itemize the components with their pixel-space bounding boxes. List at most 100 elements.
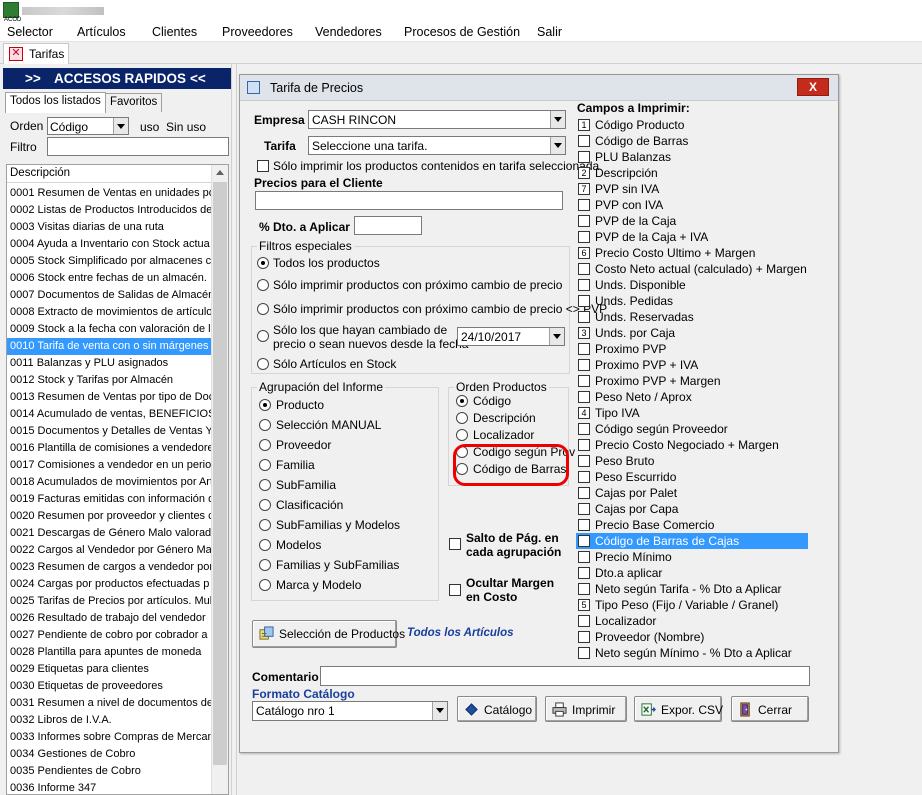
agrupacion-radio[interactable] (259, 559, 271, 571)
list-item[interactable]: 0021 Descargas de Género Malo valorad (7, 525, 212, 542)
filtro-input[interactable] (47, 137, 229, 156)
campo-item[interactable]: PVP de la Caja (576, 213, 808, 229)
chevron-down-icon[interactable] (113, 118, 128, 134)
campo-checkbox[interactable] (578, 231, 590, 243)
close-button[interactable]: X (797, 78, 829, 96)
list-item[interactable]: 0019 Facturas emitidas con información d (7, 491, 212, 508)
expand-button[interactable]: >> (25, 71, 41, 86)
orden-radio[interactable] (456, 395, 468, 407)
campo-checkbox[interactable]: 7 (578, 183, 590, 195)
list-item[interactable]: 0035 Pendientes de Cobro (7, 763, 212, 780)
orden-select[interactable]: Código (47, 117, 129, 135)
tab-tarifas[interactable]: ✕ Tarifas (3, 43, 69, 64)
catalogo-button[interactable]: Catálogo (457, 696, 537, 722)
agrupacion-radio[interactable] (259, 539, 271, 551)
precios-cliente-input[interactable] (255, 191, 563, 210)
imprimir-button[interactable]: Imprimir (545, 696, 627, 722)
campo-item[interactable]: Proximo PVP (576, 341, 808, 357)
campo-checkbox[interactable] (578, 647, 590, 659)
list-item[interactable]: 0001 Resumen de Ventas en unidades po (7, 185, 212, 202)
campo-checkbox[interactable] (578, 375, 590, 387)
campo-checkbox[interactable]: 1 (578, 119, 590, 131)
list-item[interactable]: 0026 Resultado de trabajo del vendedor (7, 610, 212, 627)
campo-checkbox[interactable]: 6 (578, 247, 590, 259)
list-item[interactable]: 0004 Ayuda a Inventario con Stock actua (7, 236, 212, 253)
campo-checkbox[interactable] (578, 199, 590, 211)
export-csv-button[interactable]: Expor. CSV (634, 696, 723, 722)
campo-checkbox[interactable] (578, 503, 590, 515)
list-item[interactable]: 0018 Acumulados de movimientos por Art (7, 474, 212, 491)
agrupacion-radio[interactable] (259, 579, 271, 591)
campo-checkbox[interactable] (578, 471, 590, 483)
scroll-thumb[interactable] (213, 182, 227, 765)
campo-item[interactable]: 7 PVP sin IVA (576, 181, 808, 197)
orden-radio[interactable] (456, 429, 468, 441)
campo-item[interactable]: 1 Código Producto (576, 117, 808, 133)
campo-checkbox[interactable] (578, 359, 590, 371)
list-item[interactable]: 0006 Stock entre fechas de un almacén. (7, 270, 212, 287)
list-item[interactable]: 0017 Comisiones a vendedor en un perioc (7, 457, 212, 474)
cerrar-button[interactable]: Cerrar (731, 696, 809, 722)
tab-favoritos[interactable]: Favoritos (105, 93, 163, 112)
campo-item[interactable]: Unds. Reservadas (576, 309, 808, 325)
campo-item[interactable]: Dto.a aplicar (576, 565, 808, 581)
chevron-down-icon[interactable] (432, 702, 447, 720)
list-item[interactable]: 0011 Balanzas y PLU asignados (7, 355, 212, 372)
list-item[interactable]: 0022 Cargos al Vendedor por Género Ma (7, 542, 212, 559)
list-item[interactable]: 0014 Acumulado de ventas, BENEFICIOS (7, 406, 212, 423)
campo-checkbox[interactable] (578, 295, 590, 307)
list-item[interactable]: 0029 Etiquetas para clientes (7, 661, 212, 678)
campo-item[interactable]: Proximo PVP + Margen (576, 373, 808, 389)
seleccion-productos-button[interactable]: Selección de Productos (252, 620, 405, 648)
campo-item[interactable]: 2 Descripción (576, 165, 808, 181)
campo-item[interactable]: Proveedor (Nombre) (576, 629, 808, 645)
chevron-down-icon[interactable] (549, 328, 564, 345)
campo-item[interactable]: 6 Precio Costo Ultimo + Margen (576, 245, 808, 261)
collapse-button[interactable]: << (190, 71, 206, 86)
fecha-picker[interactable]: 24/10/2017 (457, 327, 565, 346)
campo-item[interactable]: Proximo PVP + IVA (576, 357, 808, 373)
campo-checkbox[interactable] (578, 567, 590, 579)
campo-item[interactable]: Costo Neto actual (calculado) + Margen (576, 261, 808, 277)
comentario-input[interactable] (320, 666, 810, 686)
campo-checkbox[interactable] (578, 535, 590, 547)
ocultar-margen-checkbox[interactable] (449, 584, 461, 596)
list-item[interactable]: 0023 Resumen de cargos a vendedor por (7, 559, 212, 576)
salto-pagina-checkbox[interactable] (449, 538, 461, 550)
agrupacion-radio[interactable] (259, 479, 271, 491)
list-item[interactable]: 0025 Tarifas de Precios por artículos. M… (7, 593, 212, 610)
campo-checkbox[interactable] (578, 487, 590, 499)
campo-item[interactable]: Peso Neto / Aprox (576, 389, 808, 405)
campo-item[interactable]: Cajas por Capa (576, 501, 808, 517)
list-item[interactable]: 0032 Libros de I.V.A. (7, 712, 212, 729)
campo-item[interactable]: Neto según Mínimo - % Dto a Aplicar (576, 645, 808, 661)
campo-item[interactable]: PLU Balanzas (576, 149, 808, 165)
scroll-up-icon[interactable] (216, 170, 224, 175)
list-item[interactable]: 0008 Extracto de movimientos de artículo… (7, 304, 212, 321)
agrupacion-radio[interactable] (259, 399, 271, 411)
campo-item[interactable]: Peso Escurrido (576, 469, 808, 485)
list-item[interactable]: 0010 Tarifa de venta con o sin márgenes (7, 338, 212, 355)
menu-selector[interactable]: Selector (7, 25, 53, 39)
close-tab-icon[interactable]: ✕ (9, 47, 23, 61)
campo-item[interactable]: Código según Proveedor (576, 421, 808, 437)
menu-salir[interactable]: Salir (537, 25, 562, 39)
campo-item[interactable]: Precio Costo Negociado + Margen (576, 437, 808, 453)
list-item[interactable]: 0028 Plantilla para apuntes de moneda (7, 644, 212, 661)
list-item[interactable]: 0005 Stock Simplificado por almacenes co (7, 253, 212, 270)
filtro-proximo-pvp-radio[interactable] (257, 303, 269, 315)
campo-item[interactable]: Precio Mínimo (576, 549, 808, 565)
panel-splitter[interactable] (231, 64, 237, 795)
list-column-header[interactable]: Descripción (7, 165, 212, 183)
tarifa-select[interactable]: Seleccione una tarifa. (308, 136, 566, 155)
list-item[interactable]: 0033 Informes sobre Compras de Mercan (7, 729, 212, 746)
campo-checkbox[interactable]: 2 (578, 167, 590, 179)
list-item[interactable]: 0016 Plantilla de comisiones a vendedore (7, 440, 212, 457)
filtro-proximo-radio[interactable] (257, 279, 269, 291)
list-item[interactable]: 0009 Stock a la fecha con valoración de … (7, 321, 212, 338)
campo-item[interactable]: 4 Tipo IVA (576, 405, 808, 421)
campo-item[interactable]: Unds. Pedidas (576, 293, 808, 309)
campo-item[interactable]: Neto según Tarifa - % Dto a Aplicar (576, 581, 808, 597)
campo-checkbox[interactable] (578, 551, 590, 563)
empresa-select[interactable]: CASH RINCON (308, 110, 566, 129)
